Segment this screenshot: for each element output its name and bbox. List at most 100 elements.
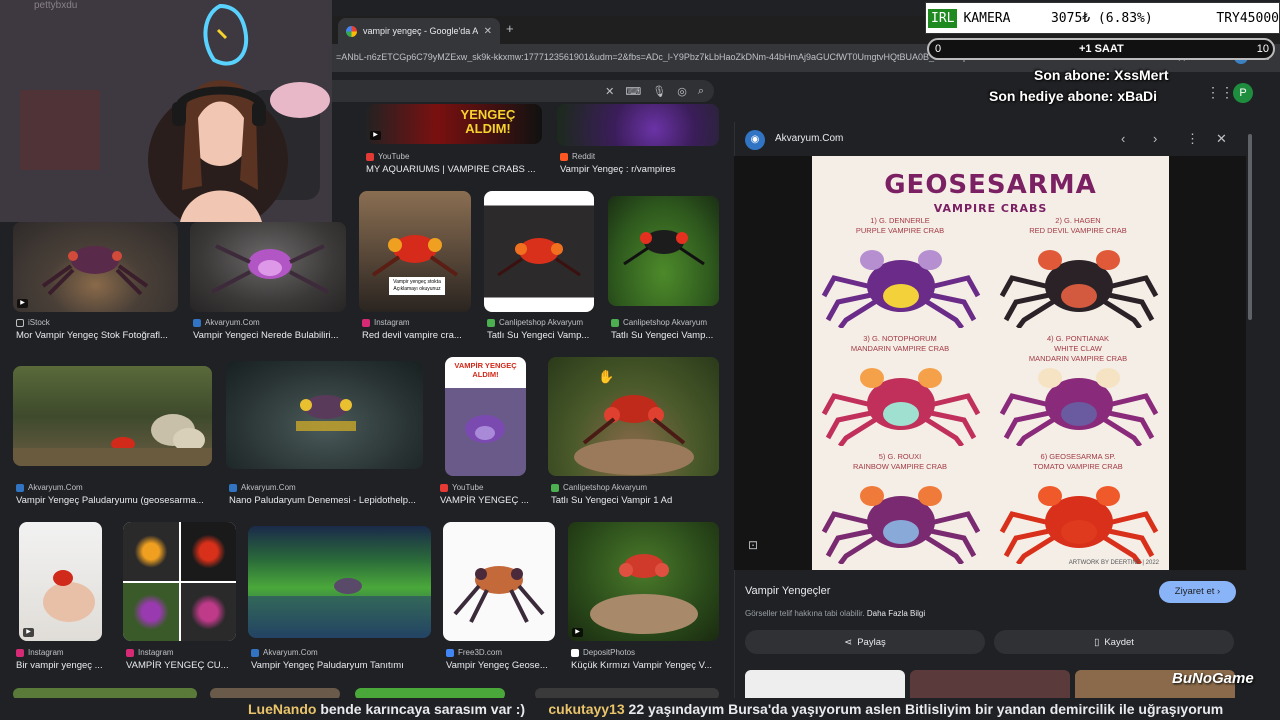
result-title[interactable]: Vampir Yengeç : r/vampires [560, 164, 720, 175]
poster-species-label: 2) G. HAGEN RED DEVIL VAMPIRE CRAB [1029, 216, 1127, 235]
result-thumbnail[interactable] [13, 366, 212, 466]
result-thumbnail[interactable] [248, 526, 431, 638]
irl-ticker: IRL KAMERA 3075₺ (6.83%) TRY45000 [925, 2, 1280, 34]
webcam-scene [0, 0, 332, 222]
share-button[interactable]: ⋖ Paylaş [745, 630, 985, 654]
result-thumbnail[interactable] [608, 196, 719, 306]
next-image-icon[interactable]: › [1153, 131, 1157, 146]
result-source: Canlipetshop Akvaryum [487, 318, 583, 327]
mouse-cursor-icon: ✋ [598, 369, 615, 384]
result-thumbnail[interactable] [548, 357, 719, 476]
keyboard-icon[interactable]: ⌨ [625, 85, 641, 98]
result-title[interactable]: Vampir Yengeci Nerede Bulabiliri... [193, 330, 348, 341]
panel-site-name[interactable]: Akvaryum.Com [775, 133, 843, 144]
poster-crab-illustration [999, 250, 1159, 328]
thumbnail-text: VAMPİR YENGEÇ ALDIM! [454, 361, 517, 379]
more-info-link[interactable]: Daha Fazla Bilgi [867, 609, 925, 618]
chat-username: cukutayy13 [548, 701, 625, 717]
result-source: YouTube [440, 483, 483, 492]
poster-crab-illustration [999, 368, 1159, 446]
url-text[interactable]: =ANbL-n6zETCGp6C79yMZExw_sk9k-kkxmw:1777… [336, 52, 976, 62]
result-thumbnail[interactable] [484, 191, 594, 312]
progress-label: +1 SAAT [1079, 43, 1124, 55]
site-logo-icon: ◉ [745, 130, 765, 150]
result-source: Canlipetshop Akvaryum [611, 318, 707, 327]
lens-search-icon[interactable]: ◎ [677, 85, 687, 98]
result-title[interactable]: Vampir Yengeç Geose... [446, 660, 554, 671]
result-thumbnail[interactable]: VAMPİR YENGEÇ ALDIM! [445, 357, 526, 476]
result-thumbnail[interactable]: ▶ [568, 522, 719, 641]
result-source: Canlipetshop Akvaryum [551, 483, 647, 492]
new-tab-icon[interactable]: + [506, 21, 514, 36]
result-thumbnail[interactable]: ▶ [19, 522, 102, 641]
preview-image-poster[interactable]: GEOSESARMA VAMPIRE CRABS 1) G. DENNERLE … [812, 156, 1169, 570]
poster-species-label: 1) G. DENNERLE PURPLE VAMPIRE CRAB [855, 216, 945, 235]
voice-search-icon[interactable]: 🎙 [652, 85, 666, 98]
result-thumbnail[interactable] [443, 522, 555, 641]
result-title[interactable]: Nano Paludaryum Denemesi - Lepidothelp..… [229, 495, 423, 506]
google-apps-icon[interactable]: ⋮⋮ [1206, 84, 1234, 101]
result-title[interactable]: VAMPİR YENGEÇ ... [440, 495, 535, 506]
google-profile-avatar[interactable]: P [1233, 83, 1253, 103]
result-thumbnail[interactable]: Vampir yengeç stoktа Açıklamayı okuyunuz [359, 191, 471, 312]
collage-tile [180, 582, 236, 641]
poster-title: GEOSESARMA [884, 170, 1097, 200]
thumbnail-text: YENGEÇ ALDIM! [460, 107, 516, 136]
panel-scrollbar[interactable] [1248, 134, 1252, 320]
related-thumbnail[interactable] [910, 670, 1070, 698]
channel-name: pettybxdu [34, 0, 78, 11]
result-title[interactable]: Vampir Yengeç Paludaryumu (geosesarma... [16, 495, 211, 506]
related-thumbnail[interactable] [745, 670, 905, 698]
result-thumbnail[interactable] [123, 522, 236, 641]
video-badge-icon: ▶ [23, 628, 34, 637]
result-source: Akvaryum.Com [16, 483, 83, 492]
tab-title: vampir yengeç - Google'da Ara [363, 26, 478, 36]
result-title[interactable]: Bir vampir yengeç ... [16, 660, 110, 671]
result-thumbnail[interactable] [226, 361, 423, 469]
result-title[interactable]: Küçük Kırmızı Vampir Yengeç V... [571, 660, 719, 671]
watermark-logo: BuNoGame [1172, 670, 1254, 687]
crab-image [453, 566, 545, 623]
result-title[interactable]: Red devil vampire cra... [362, 330, 472, 341]
result-thumbnail[interactable] [557, 104, 719, 146]
more-options-icon[interactable]: ⋮ [1186, 131, 1199, 147]
chat-ticker: LueNando bende karıncaya sarasım var :) … [0, 698, 1280, 720]
result-title[interactable]: Tatlı Su Yengeci Vampir 1 Ad [551, 495, 719, 506]
irl-label: KAMERA [963, 10, 1011, 26]
crab-image [41, 246, 149, 296]
close-panel-icon[interactable]: ✕ [1216, 131, 1227, 147]
progress-right-value: 10 [1256, 43, 1269, 55]
result-title[interactable]: Tatlı Su Yengeci Vamp... [487, 330, 597, 341]
clear-search-icon[interactable]: ✕ [605, 85, 614, 98]
result-title[interactable]: MY AQUARIUMS | VAMPIRE CRABS ... [366, 164, 542, 175]
thumbnail-caption: Vampir yengeç stoktа Açıklamayı okuyunuz [389, 277, 445, 295]
last-sub-label: Son abone: XssMert [1034, 67, 1169, 83]
result-title[interactable]: Mor Vampir Yengeç Stok Fotoğrafl... [16, 330, 178, 341]
poster-crab-illustration [999, 486, 1159, 564]
collage-tile [180, 522, 236, 581]
search-icon[interactable]: ⌕ [698, 85, 704, 98]
result-title[interactable]: Tatlı Su Yengeci Vamp... [611, 330, 719, 341]
result-thumbnail[interactable] [190, 222, 346, 312]
poster-species-label: 5) G. ROUXI RAINBOW VAMPIRE CRAB [852, 452, 948, 471]
panel-image-title[interactable]: Vampir Yengeçler [745, 585, 830, 597]
result-source: iStock [16, 318, 50, 327]
crab-image [296, 395, 356, 431]
save-button[interactable]: ▯ Kaydet [994, 630, 1234, 654]
result-source: Akvaryum.Com [229, 483, 296, 492]
result-title[interactable]: Vampir Yengeç Paludaryum Tanıtımı [251, 660, 431, 671]
irl-ticker-value: TRY45000 [1216, 10, 1279, 26]
browser-tab[interactable]: vampir yengeç - Google'da Ara ✕ [338, 18, 500, 44]
copyright-notice: Görseller telif hakkına tabi olabilir. D… [745, 609, 926, 618]
collage-tile [123, 522, 179, 581]
search-box[interactable]: ✕ ⌨ 🎙 ◎ ⌕ [330, 80, 714, 102]
previous-image-icon[interactable]: ‹ [1121, 131, 1125, 146]
result-thumbnail[interactable]: YENGEÇ ALDIM! ▶ [366, 104, 542, 144]
visit-button[interactable]: Ziyaret et › [1159, 581, 1236, 603]
chat-username: LueNando [248, 701, 317, 717]
lens-search-icon[interactable]: ⊡ [748, 538, 764, 554]
result-thumbnail[interactable]: ▶ [13, 222, 178, 312]
result-title[interactable]: VAMPİR YENGEÇ CU... [126, 660, 236, 671]
result-source: Akvaryum.Com [193, 318, 260, 327]
close-tab-icon[interactable]: ✕ [484, 26, 492, 37]
